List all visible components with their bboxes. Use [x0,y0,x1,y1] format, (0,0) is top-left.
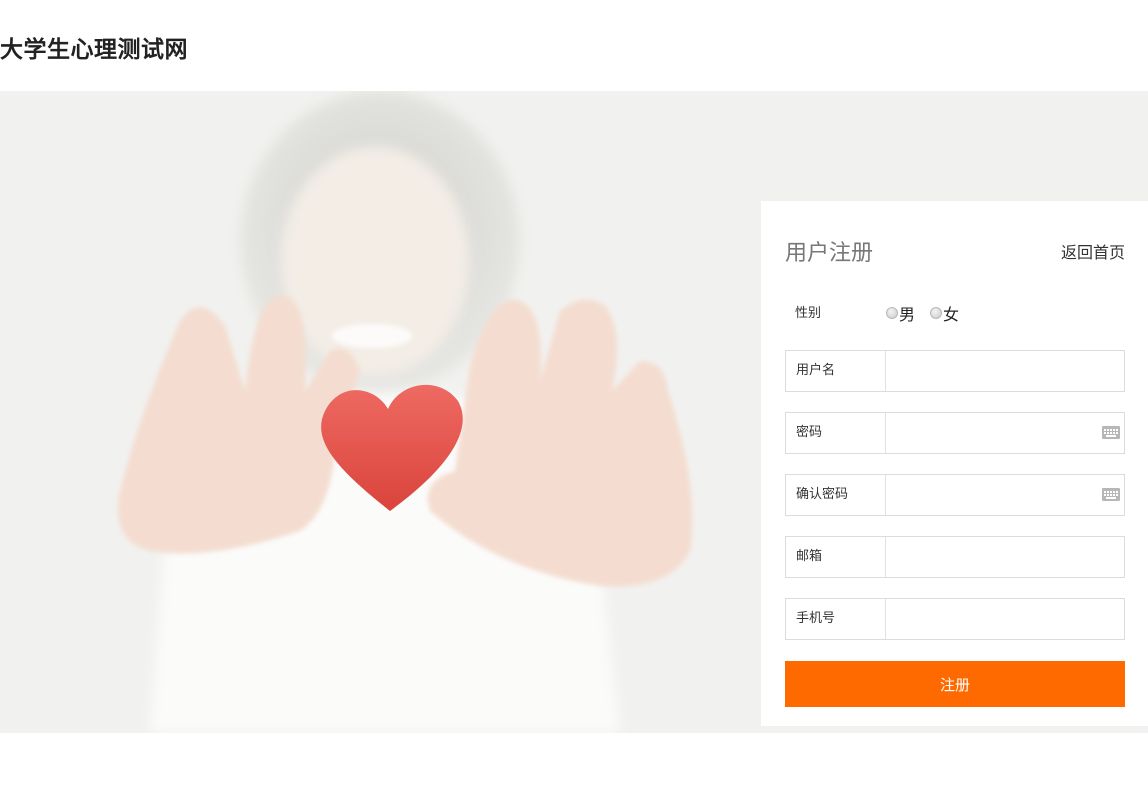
phone-field: 手机号 [785,598,1125,640]
radio-circle-icon[interactable] [886,307,898,319]
password-label: 密码 [786,413,886,453]
keyboard-icon[interactable] [1102,488,1120,501]
password-input[interactable] [887,413,1124,453]
register-title: 用户注册 [785,241,874,266]
email-field: 邮箱 [785,536,1125,578]
username-input[interactable] [887,351,1124,391]
keyboard-icon[interactable] [1102,426,1120,439]
gender-label: 性别 [795,306,822,321]
site-title: 大学生心理测试网 [0,37,188,63]
gender-male-label: 男 [899,305,916,324]
username-field: 用户名 [785,350,1125,392]
gender-female-radio[interactable]: 女 [930,301,959,325]
radio-circle-icon[interactable] [930,307,942,319]
phone-label: 手机号 [786,599,886,639]
email-input[interactable] [887,537,1124,577]
gender-male-radio[interactable]: 男 [886,301,915,325]
register-panel: 用户注册 返回首页 性别 男 女 用户名 密码 确认密码 邮箱 手机号 注册 [761,201,1148,726]
password-field: 密码 [785,412,1125,454]
confirm-password-input[interactable] [887,475,1124,515]
confirm-password-field: 确认密码 [785,474,1125,516]
username-label: 用户名 [786,351,886,391]
gender-female-label: 女 [943,305,960,324]
email-label: 邮箱 [786,537,886,577]
register-submit-button[interactable]: 注册 [785,661,1125,707]
phone-input[interactable] [887,599,1124,639]
gender-row: 性别 男 女 [795,301,1115,324]
back-home-link[interactable]: 返回首页 [1061,239,1125,263]
confirm-password-label: 确认密码 [786,475,886,515]
